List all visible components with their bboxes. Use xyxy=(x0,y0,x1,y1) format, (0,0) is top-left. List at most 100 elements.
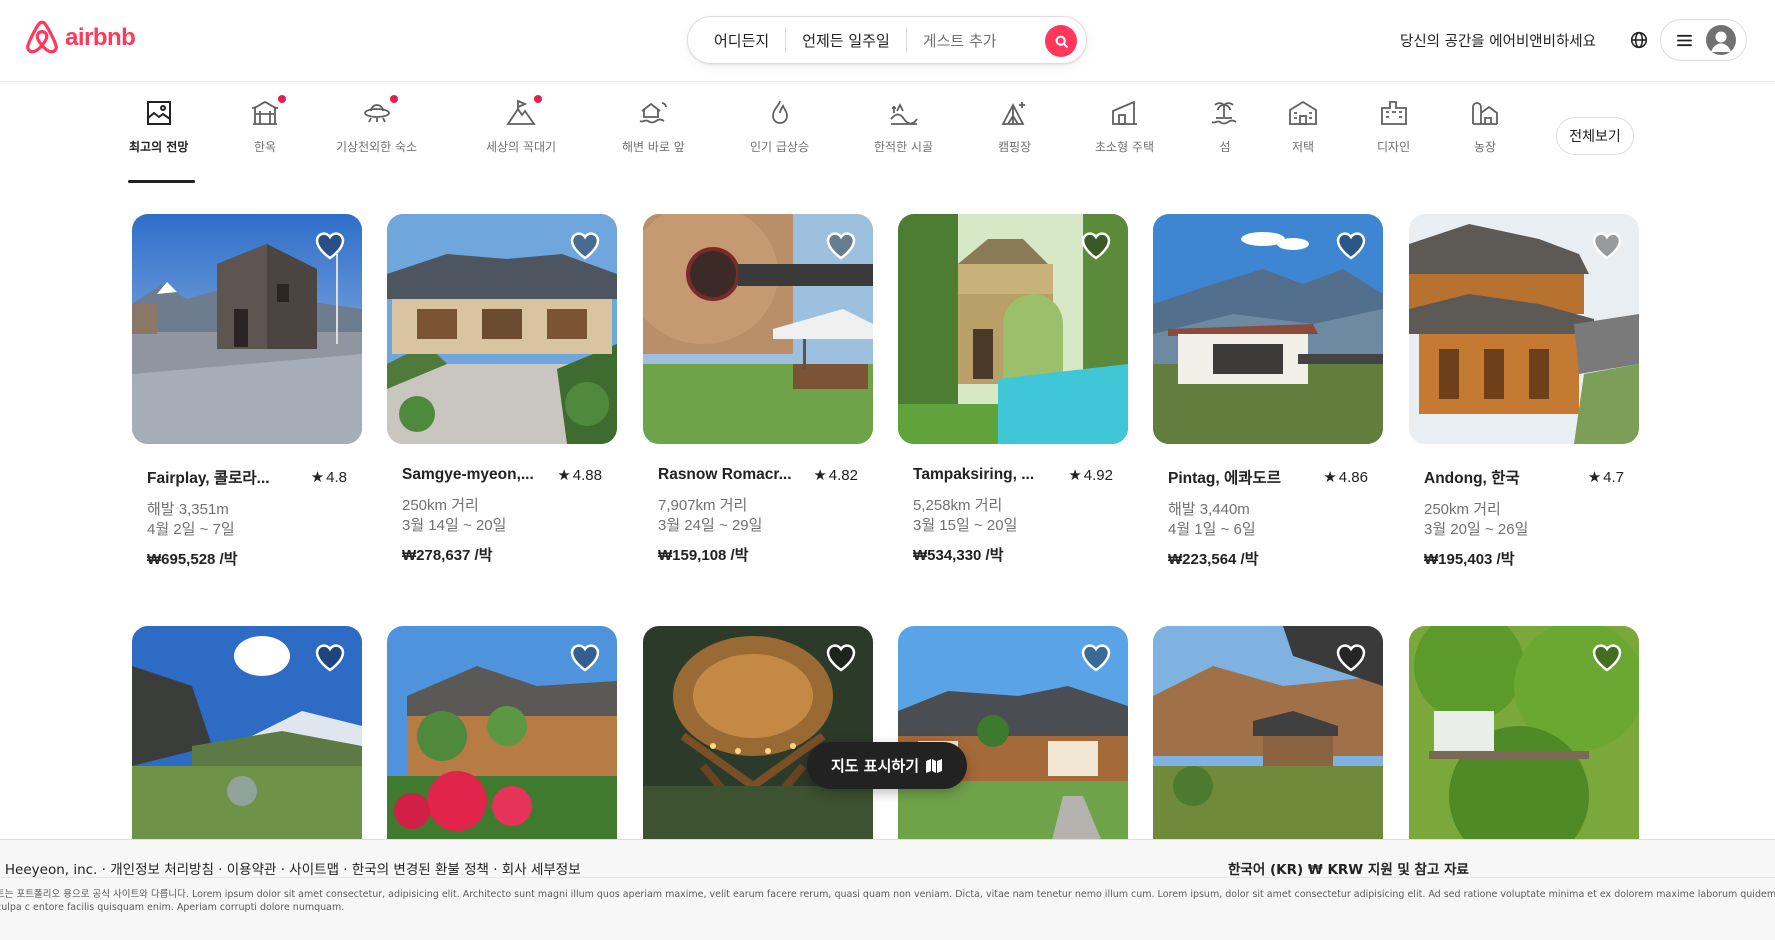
footer: 3 Heeyeon, inc. · 개인정보 처리방침 · 이용약관 · 사이트… xyxy=(0,839,1775,940)
favorite-heart-icon[interactable] xyxy=(1591,230,1623,260)
listing-photo[interactable] xyxy=(643,626,873,856)
category-farms[interactable]: 농장 xyxy=(1470,98,1500,155)
listing-card[interactable] xyxy=(1409,626,1639,856)
rating-value: 4.86 xyxy=(1338,468,1368,486)
airbnb-logo-icon xyxy=(26,20,58,54)
listing-distance: 250km 거리 xyxy=(1424,501,1501,518)
search-anytime-button[interactable]: 언제든 일주일 xyxy=(786,30,906,51)
listing-photo[interactable] xyxy=(132,214,362,444)
category-label: 저택 xyxy=(1291,140,1315,154)
listing-photo[interactable] xyxy=(1153,626,1383,856)
category-label: 기상천외한 숙소 xyxy=(336,140,418,154)
category-countryside[interactable]: 한적한 시골 xyxy=(874,98,933,155)
footer-disclaimer: 트는 포트폴리오 용으로 공식 사이트와 다릅니다. Lorem ipsum d… xyxy=(0,889,1775,913)
listing-dates: 3월 20일 ~ 26일 xyxy=(1424,521,1529,538)
listing-rating: ★ 4.7 xyxy=(1587,468,1624,487)
listing-rating: ★ 4.92 xyxy=(1068,466,1113,485)
become-host-link[interactable]: 당신의 공간을 에어비앤비하세요 xyxy=(1400,30,1596,51)
listing-card[interactable]: Pintag, 에콰도르 ★ 4.86 해발 3,440m 4월 1일 ~ 6일 … xyxy=(1153,214,1383,569)
camping-icon xyxy=(1001,102,1025,125)
listing-photo[interactable] xyxy=(643,214,873,444)
mansion-icon xyxy=(1289,100,1317,125)
listing-card[interactable] xyxy=(132,626,362,856)
star-icon: ★ xyxy=(1587,469,1602,486)
view-all-button[interactable]: 전체보기 xyxy=(1556,117,1634,155)
category-camping[interactable]: 캠핑장 xyxy=(998,98,1031,155)
favorite-heart-icon[interactable] xyxy=(569,230,601,260)
search-submit-button[interactable] xyxy=(1045,25,1077,57)
listing-distance: 해발 3,440m xyxy=(1168,501,1250,518)
beach-house-icon xyxy=(639,102,668,124)
top-header: airbnb 어디든지 언제든 일주일 게스트 추가 당신의 공간을 에어비앤비… xyxy=(0,0,1775,82)
category-tiny-homes[interactable]: 초소형 주택 xyxy=(1095,98,1154,155)
listing-card[interactable] xyxy=(898,626,1128,856)
favorite-heart-icon[interactable] xyxy=(1335,642,1367,672)
listing-dates: 3월 14일 ~ 20일 xyxy=(402,517,507,534)
listing-card[interactable] xyxy=(387,626,617,856)
favorite-heart-icon[interactable] xyxy=(314,230,346,260)
listing-photo[interactable] xyxy=(898,626,1128,856)
listing-card[interactable] xyxy=(643,626,873,856)
favorite-heart-icon[interactable] xyxy=(1080,642,1112,672)
new-dot xyxy=(278,95,286,103)
search-icon xyxy=(1055,35,1068,48)
category-design[interactable]: 디자인 xyxy=(1377,98,1410,155)
show-map-button[interactable]: 지도 표시하기 xyxy=(807,742,967,789)
listing-photo[interactable] xyxy=(898,214,1128,444)
listing-photo[interactable] xyxy=(1409,214,1639,444)
category-trending[interactable]: 인기 급상승 xyxy=(750,98,809,155)
listing-photo[interactable] xyxy=(1409,626,1639,856)
peak-flag-icon xyxy=(506,99,536,125)
listing-title: Tampaksiring, ... xyxy=(913,466,1035,483)
listing-photo[interactable] xyxy=(1153,214,1383,444)
listing-distance: 7,907km 거리 xyxy=(658,497,748,514)
favorite-heart-icon[interactable] xyxy=(1591,642,1623,672)
category-label: 디자인 xyxy=(1377,140,1411,154)
favorite-heart-icon[interactable] xyxy=(1335,230,1367,260)
listing-photo[interactable] xyxy=(387,214,617,444)
rating-value: 4.7 xyxy=(1603,468,1624,486)
listing-photo[interactable] xyxy=(132,626,362,856)
favorite-heart-icon[interactable] xyxy=(569,642,601,672)
listing-distance: 해발 3,351m xyxy=(147,501,229,518)
category-hanok[interactable]: 한옥 xyxy=(250,95,286,155)
airbnb-logo[interactable]: airbnb xyxy=(25,20,136,56)
avatar xyxy=(1706,25,1736,55)
listing-dates: 4월 1일 ~ 6일 xyxy=(1168,521,1256,538)
category-label: 농장 xyxy=(1473,140,1497,154)
listing-card[interactable]: Fairplay, 콜로라... ★ 4.8 해발 3,351m 4월 2일 ~ … xyxy=(132,214,362,569)
category-islands[interactable]: 섬 xyxy=(1210,98,1240,155)
favorite-heart-icon[interactable] xyxy=(1080,230,1112,260)
listing-rating: ★ 4.8 xyxy=(310,468,347,487)
countryside-icon xyxy=(889,102,918,125)
star-icon: ★ xyxy=(310,469,325,486)
listing-card[interactable]: Rasnow Romacr... ★ 4.82 7,907km 거리 3월 24일… xyxy=(643,214,873,565)
star-icon: ★ xyxy=(813,467,827,484)
category-top-of-world[interactable]: 세상의 꼭대기 xyxy=(486,95,556,155)
listing-card[interactable]: Andong, 한국 ★ 4.7 250km 거리 3월 20일 ~ 26일 ₩1… xyxy=(1409,214,1639,569)
favorite-heart-icon[interactable] xyxy=(825,642,857,672)
favorite-heart-icon[interactable] xyxy=(314,642,346,672)
footer-locale-support[interactable]: 한국어 (KR) ₩ KRW 지원 및 참고 자료 xyxy=(1228,858,1469,878)
listing-card[interactable]: Tampaksiring, ... ★ 4.92 5,258km 거리 3월 15… xyxy=(898,214,1128,565)
globe-icon[interactable] xyxy=(1630,31,1648,49)
user-menu-button[interactable] xyxy=(1660,19,1747,61)
search-anywhere-button[interactable]: 어디든지 xyxy=(688,30,785,51)
star-icon: ★ xyxy=(557,467,571,484)
rating-value: 4.92 xyxy=(1083,466,1113,484)
listing-title: Samgye-myeon,... xyxy=(402,466,534,483)
listing-card[interactable]: Samgye-myeon,... ★ 4.88 250km 거리 3월 14일 ~… xyxy=(387,214,617,565)
category-unusual[interactable]: 기상천외한 숙소 xyxy=(336,95,418,155)
category-best-view[interactable]: 최고의 전망 xyxy=(128,98,195,183)
category-mansions[interactable]: 저택 xyxy=(1288,98,1318,155)
listing-card[interactable] xyxy=(1153,626,1383,856)
search-bar[interactable]: 어디든지 언제든 일주일 게스트 추가 xyxy=(687,16,1087,64)
favorite-heart-icon[interactable] xyxy=(825,230,857,260)
listing-photo[interactable] xyxy=(387,626,617,856)
footer-links[interactable]: 3 Heeyeon, inc. · 개인정보 처리방침 · 이용약관 · 사이트… xyxy=(0,858,581,878)
listing-rating: ★ 4.82 xyxy=(813,466,858,485)
active-category-underline xyxy=(128,180,195,183)
ufo-icon xyxy=(363,104,390,123)
category-beachfront[interactable]: 해변 바로 앞 xyxy=(622,98,685,155)
search-guests-button[interactable]: 게스트 추가 xyxy=(907,30,1013,51)
